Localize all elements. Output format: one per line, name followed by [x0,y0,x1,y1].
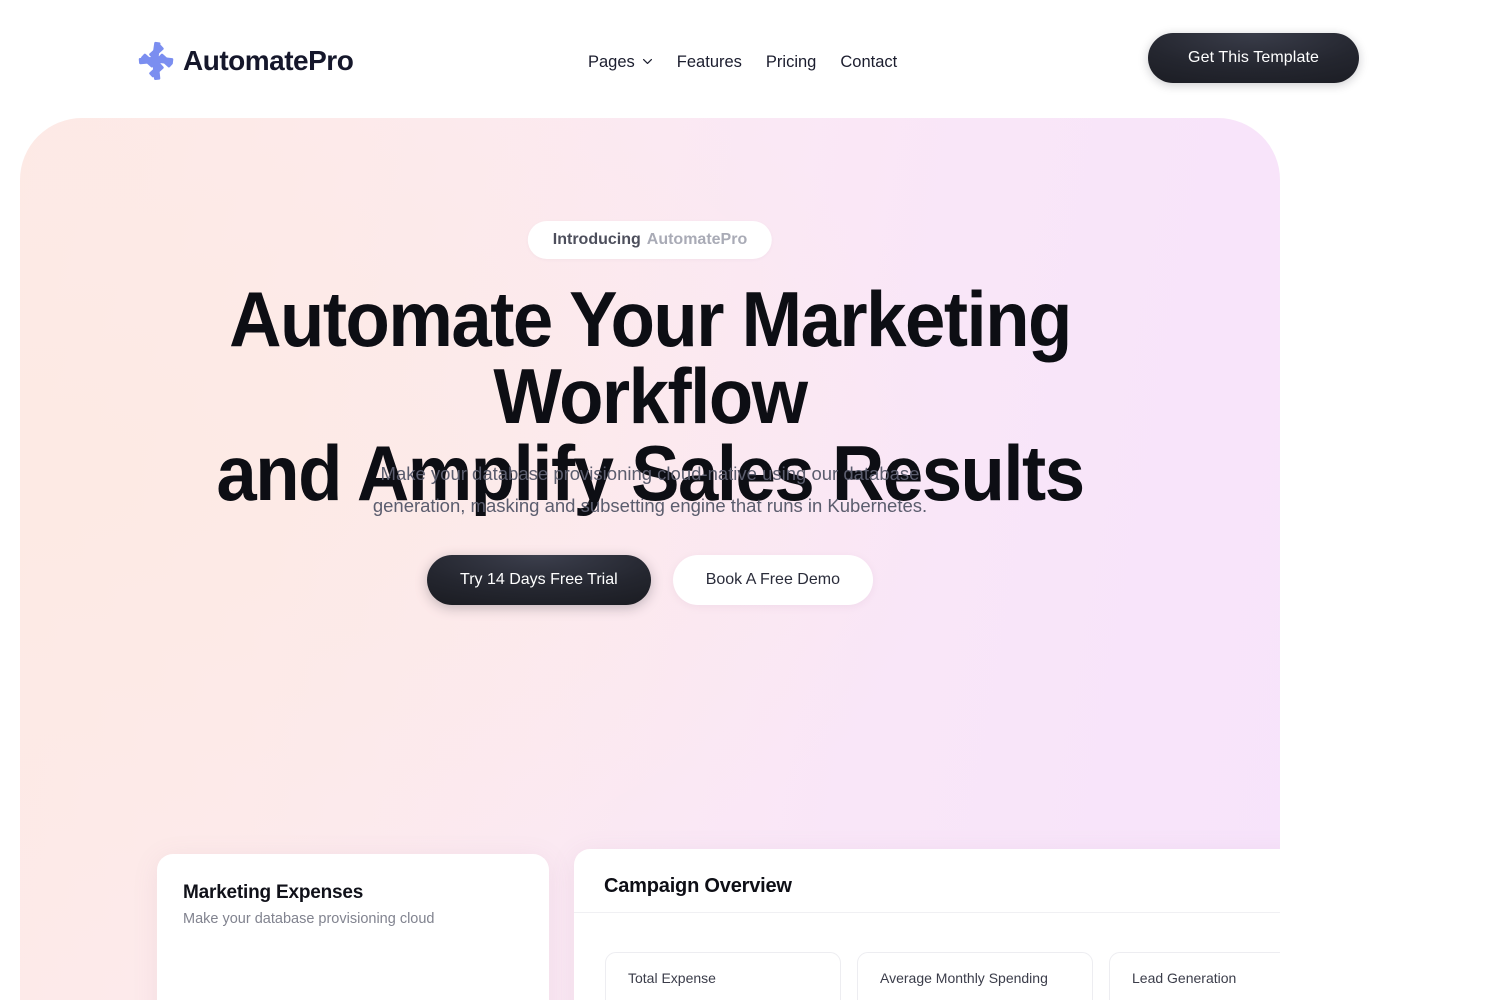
stat-card-average-monthly-spending: Average Monthly Spending $54,010.27 Comp… [857,952,1093,1000]
expenses-card-title: Marketing Expenses [183,882,364,903]
stat-card-total-expense: Total Expense $87,098.98 Compared to las… [605,952,841,1000]
campaign-card-header: Campaign Overview [574,849,1280,913]
hero-subtitle: Make your database provisioning cloud-na… [300,458,1000,521]
nav-item-pricing[interactable]: Pricing [766,49,816,75]
subtitle-line-1: Make your database provisioning cloud-na… [380,463,920,484]
nav-item-label: Features [676,53,742,71]
get-this-template-button[interactable]: Get This Template [1148,33,1359,83]
campaign-stats-row: Total Expense $87,098.98 Compared to las… [605,952,1280,1000]
stat-label: Average Monthly Spending [880,970,1048,986]
brand-name: AutomatePro [183,45,354,76]
brand-logo[interactable]: AutomatePro [138,41,354,81]
stat-value: $87,098.98 [628,996,821,1000]
headline-line-1: Automate Your Marketing Workflow [229,275,1072,440]
expenses-card-header: Marketing Expenses Make your database pr… [157,854,549,927]
site-header: AutomatePro Pages Features Pricing Conta… [0,0,1500,118]
stat-label: Lead Generation [1132,970,1237,986]
try-free-trial-button[interactable]: Try 14 Days Free Trial [427,555,651,605]
stat-value: 78,099 [1132,996,1280,1000]
nav-item-label: Pages [588,53,635,71]
main-navigation: Pages Features Pricing Contact [588,49,897,75]
nav-item-features[interactable]: Features [677,49,742,75]
marketing-expenses-card: Marketing Expenses Make your database pr… [157,854,549,1000]
nav-item-label: Pricing [765,53,817,71]
introducing-badge: Introducing AutomatePro [527,221,773,259]
badge-strong-text: Introducing [552,231,641,248]
chevron-down-icon [642,56,653,67]
campaign-overview-card: Campaign Overview Total Expense $87,098.… [574,849,1280,1000]
badge-soft-text: AutomatePro [646,231,748,248]
nav-item-contact[interactable]: Contact [840,49,897,75]
book-free-demo-button[interactable]: Book A Free Demo [672,555,873,605]
nav-item-label: Contact [840,53,898,71]
expenses-card-subtitle: Make your database provisioning cloud [183,911,435,927]
hero-cta-row: Try 14 Days Free Trial Book A Free Demo [427,555,873,605]
landing-page: AutomatePro Pages Features Pricing Conta… [0,0,1500,1000]
asterisk-burst-icon [138,41,174,81]
stat-card-lead-generation: Lead Generation 78,099 Compared to last … [1109,952,1280,1000]
stat-label: Total Expense [628,970,716,986]
dashboard-preview: Marketing Expenses Make your database pr… [137,736,1280,1000]
nav-item-pages[interactable]: Pages [588,49,653,75]
stat-value: $54,010.27 [880,996,1073,1000]
campaign-card-title: Campaign Overview [604,875,792,897]
subtitle-line-2: generation, masking and subsetting engin… [372,494,928,516]
hero-section: Introducing AutomatePro Automate Your Ma… [20,118,1280,1000]
